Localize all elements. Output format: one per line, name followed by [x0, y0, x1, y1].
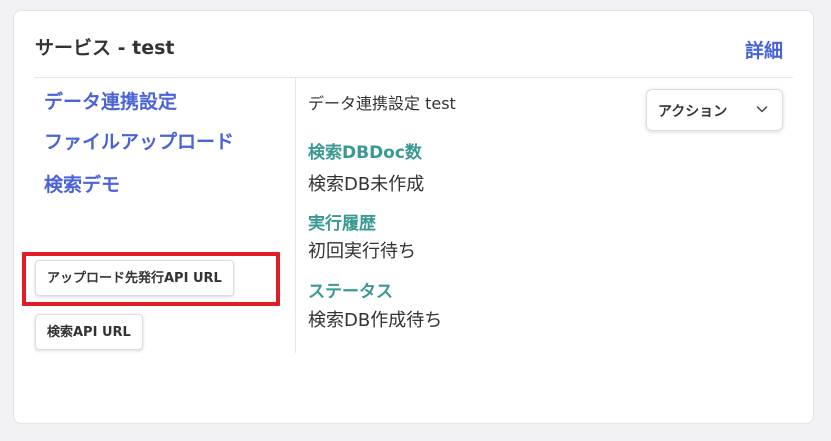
header-divider: [34, 77, 793, 78]
field-label-history: 実行履歴: [308, 214, 376, 234]
nav-link-data-integration[interactable]: データ連携設定: [44, 87, 177, 114]
search-api-url-button[interactable]: 検索API URL: [35, 314, 143, 350]
service-card: サービス - test 詳細 データ連携設定 ファイルアップロード 検索デモ ア…: [13, 10, 814, 424]
nav-link-search-demo[interactable]: 検索デモ: [44, 170, 120, 197]
field-label-doc-count: 検索DBDoc数: [308, 143, 422, 163]
field-value-doc-count: 検索DB未作成: [308, 174, 425, 195]
card-title: サービス - test: [35, 37, 175, 59]
field-label-status: ステータス: [308, 282, 393, 302]
field-value-status: 検索DB作成待ち: [308, 310, 443, 331]
chevron-down-icon: [756, 103, 768, 119]
column-divider: [295, 78, 296, 353]
action-dropdown-label: アクション: [658, 104, 728, 120]
detail-link[interactable]: 詳細: [745, 36, 783, 63]
field-value-history: 初回実行待ち: [308, 241, 416, 262]
upload-api-url-button[interactable]: アップロード先発行API URL: [35, 260, 234, 296]
detail-heading: データ連携設定 test: [308, 94, 456, 113]
nav-link-file-upload[interactable]: ファイルアップロード: [44, 127, 234, 154]
action-dropdown-button[interactable]: アクション: [646, 89, 783, 131]
